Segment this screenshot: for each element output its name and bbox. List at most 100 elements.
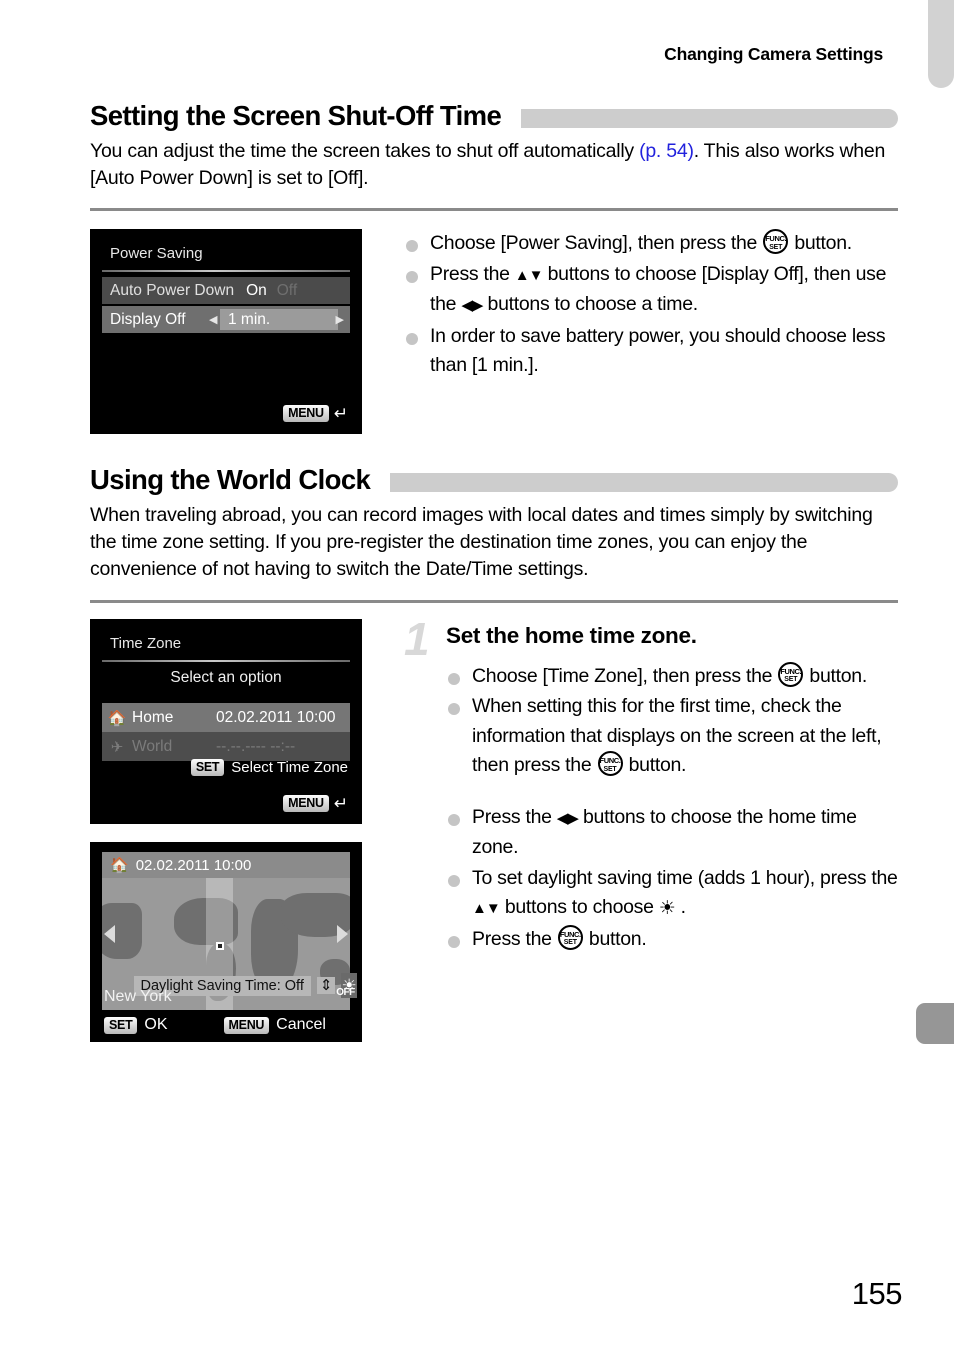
camera-screen-time-zone: Time Zone Select an option 🏠 Home 02.02.…	[90, 619, 362, 824]
list-item: When setting this for the first time, ch…	[446, 692, 898, 781]
divider-rule-1	[90, 208, 898, 211]
section1-title: Setting the Screen Shut-Off Time	[90, 100, 502, 131]
screenshot-column-power-saving: Power Saving Auto Power Down On Off Disp…	[90, 229, 380, 434]
right-arrow-icon[interactable]: ▶	[336, 313, 344, 326]
bullet-text-cont: button.	[623, 754, 687, 777]
bullet-text-cont: buttons to choose	[499, 896, 659, 919]
bullet-list-time-zone-a: Choose [Time Zone], then press the FUNC.…	[404, 661, 898, 781]
set-hint-time-zone: SET Select Time Zone	[190, 759, 348, 776]
cancel-hint: MENU Cancel	[223, 1016, 326, 1034]
screen-title-time-zone: Time Zone	[110, 635, 182, 652]
menu-badge-3[interactable]: MENU	[223, 1016, 270, 1034]
home-icon-2: 🏠	[110, 857, 129, 874]
divider-rule-2	[90, 600, 898, 603]
set-hint-text: Select Time Zone	[231, 759, 348, 776]
bullet-text-cont2: buttons to choose a time.	[482, 293, 699, 315]
menu-row-display-off[interactable]: Display Off ◀ 1 min. ▶	[102, 306, 350, 333]
edge-tab-top	[928, 0, 954, 88]
next-timezone-arrow-icon[interactable]	[337, 925, 348, 944]
screen-title-rule-2	[102, 660, 350, 662]
list-item: Choose [Time Zone], then press the FUNC.…	[446, 661, 898, 692]
world-datetime: --.--.---- --:--	[216, 737, 296, 755]
screen-title-rule	[102, 270, 350, 272]
bullet-text: Press the	[430, 262, 515, 285]
bullet-text-cont2: .	[675, 896, 686, 919]
heading-bar	[521, 108, 898, 128]
section-heading-shut-off-time: Setting the Screen Shut-Off Time	[90, 100, 898, 132]
menu-badge-2[interactable]: MENU	[283, 795, 329, 812]
func-set-button-icon: FUNC. SET	[597, 751, 623, 777]
running-head: Changing Camera Settings	[664, 44, 883, 64]
home-label: Home	[132, 708, 174, 726]
bullet-list-power-saving: Choose [Power Saving], then press the FU…	[404, 229, 898, 381]
set-badge-2[interactable]: SET	[104, 1016, 138, 1034]
bullet-text: Choose [Power Saving], then press the	[430, 232, 763, 254]
list-item: In order to save battery power, you shou…	[404, 322, 898, 381]
world-label: World	[132, 737, 173, 755]
up-down-selector-icon[interactable]: ⇕	[316, 977, 336, 994]
menu-row-auto-power-down[interactable]: Auto Power Down On Off	[102, 277, 350, 304]
func-set-button-icon: FUNC. SET	[763, 229, 789, 254]
sun-icon: ☀	[658, 898, 676, 920]
page-number: 155	[851, 1276, 903, 1311]
auto-power-down-off[interactable]: Off	[277, 282, 297, 300]
menu-hint-time-zone: MENU ↵	[283, 795, 348, 812]
left-arrow-icon[interactable]: ◀	[209, 313, 217, 326]
set-badge[interactable]: SET	[190, 759, 225, 776]
bullet-list-time-zone-b: Press the ◀▶ buttons to choose the home …	[404, 803, 898, 955]
bullet-text-cont: button.	[789, 232, 852, 254]
map-header-datetime: 🏠 02.02.2011 10:00	[102, 852, 350, 878]
bullet-text: Press the	[472, 927, 557, 950]
camera-screen-power-saving: Power Saving Auto Power Down On Off Disp…	[90, 229, 362, 434]
list-item: Choose [Power Saving], then press the FU…	[404, 229, 898, 259]
list-item: Press the ◀▶ buttons to choose the home …	[446, 803, 898, 863]
bullet-text: Choose [Time Zone], then press the	[472, 664, 778, 687]
up-down-buttons-icon: ▲▼	[472, 900, 501, 918]
section1-intro: You can adjust the time the screen takes…	[90, 138, 898, 192]
page-reference-link[interactable]: (p. 54)	[639, 140, 694, 162]
left-right-buttons-icon: ◀▶	[461, 297, 483, 314]
section-heading-world-clock: Using the World Clock	[90, 464, 898, 496]
list-item: To set daylight saving time (adds 1 hour…	[446, 864, 898, 924]
screenshot-column-world-clock: Time Zone Select an option 🏠 Home 02.02.…	[90, 619, 380, 1042]
section1-intro-a: You can adjust the time the screen takes…	[90, 140, 640, 162]
display-off-value[interactable]: 1 min.	[220, 309, 338, 330]
menu-badge[interactable]: MENU	[283, 405, 329, 422]
time-zone-row-home[interactable]: 🏠 Home 02.02.2011 10:00	[102, 703, 350, 732]
bullet-text: In order to save battery power, you shou…	[430, 324, 886, 377]
sun-off-label: OFF	[336, 987, 355, 998]
list-item: Press the FUNC. SET button.	[446, 924, 898, 955]
step-number: 1	[404, 613, 430, 665]
screen-title-power-saving: Power Saving	[110, 245, 203, 262]
home-icon: 🏠	[107, 709, 127, 727]
display-off-label: Display Off	[110, 310, 186, 328]
section2-title: Using the World Clock	[90, 464, 371, 495]
previous-timezone-arrow-icon[interactable]	[104, 925, 115, 944]
instructions-column-power-saving: Choose [Power Saving], then press the FU…	[380, 229, 898, 434]
map-footer-hints: SET OK MENU Cancel	[90, 1012, 362, 1038]
func-set-button-icon: FUNC. SET	[778, 661, 804, 687]
time-zone-row-world[interactable]: ✈ World --.--.---- --:--	[102, 732, 350, 761]
return-arrow-icon: ↵	[333, 404, 348, 423]
step-title: Set the home time zone.	[446, 623, 697, 648]
daylight-saving-sun-toggle[interactable]: ☀ OFF	[336, 973, 357, 998]
auto-power-down-label: Auto Power Down	[110, 281, 235, 299]
section2-intro: When traveling abroad, you can record im…	[90, 504, 873, 580]
bullet-text: Press the	[472, 805, 557, 828]
selected-city-name: New York	[104, 988, 172, 1005]
ok-text: OK	[144, 1016, 168, 1033]
bullet-text-cont: button.	[804, 664, 867, 687]
auto-power-down-on[interactable]: On	[246, 282, 267, 300]
screen-subtitle-select-option: Select an option	[170, 669, 282, 686]
home-datetime: 02.02.2011 10:00	[216, 708, 336, 726]
airplane-icon: ✈	[110, 738, 124, 756]
step-heading: 1 Set the home time zone.	[404, 613, 898, 665]
list-item: Press the ▲▼ buttons to choose [Display …	[404, 260, 898, 321]
instructions-column-world-clock: 1 Set the home time zone. Choose [Time Z…	[380, 613, 898, 1042]
bullet-text-cont: button.	[583, 927, 647, 950]
menu-hint-power-saving: MENU ↵	[283, 405, 348, 422]
func-set-button-icon: FUNC. SET	[557, 924, 583, 950]
camera-screen-world-map: 🏠 02.02.2011 10:00 Daylight Saving Time:…	[90, 842, 362, 1042]
left-right-buttons-icon: ◀▶	[556, 809, 579, 827]
return-arrow-icon-2: ↵	[333, 794, 348, 813]
